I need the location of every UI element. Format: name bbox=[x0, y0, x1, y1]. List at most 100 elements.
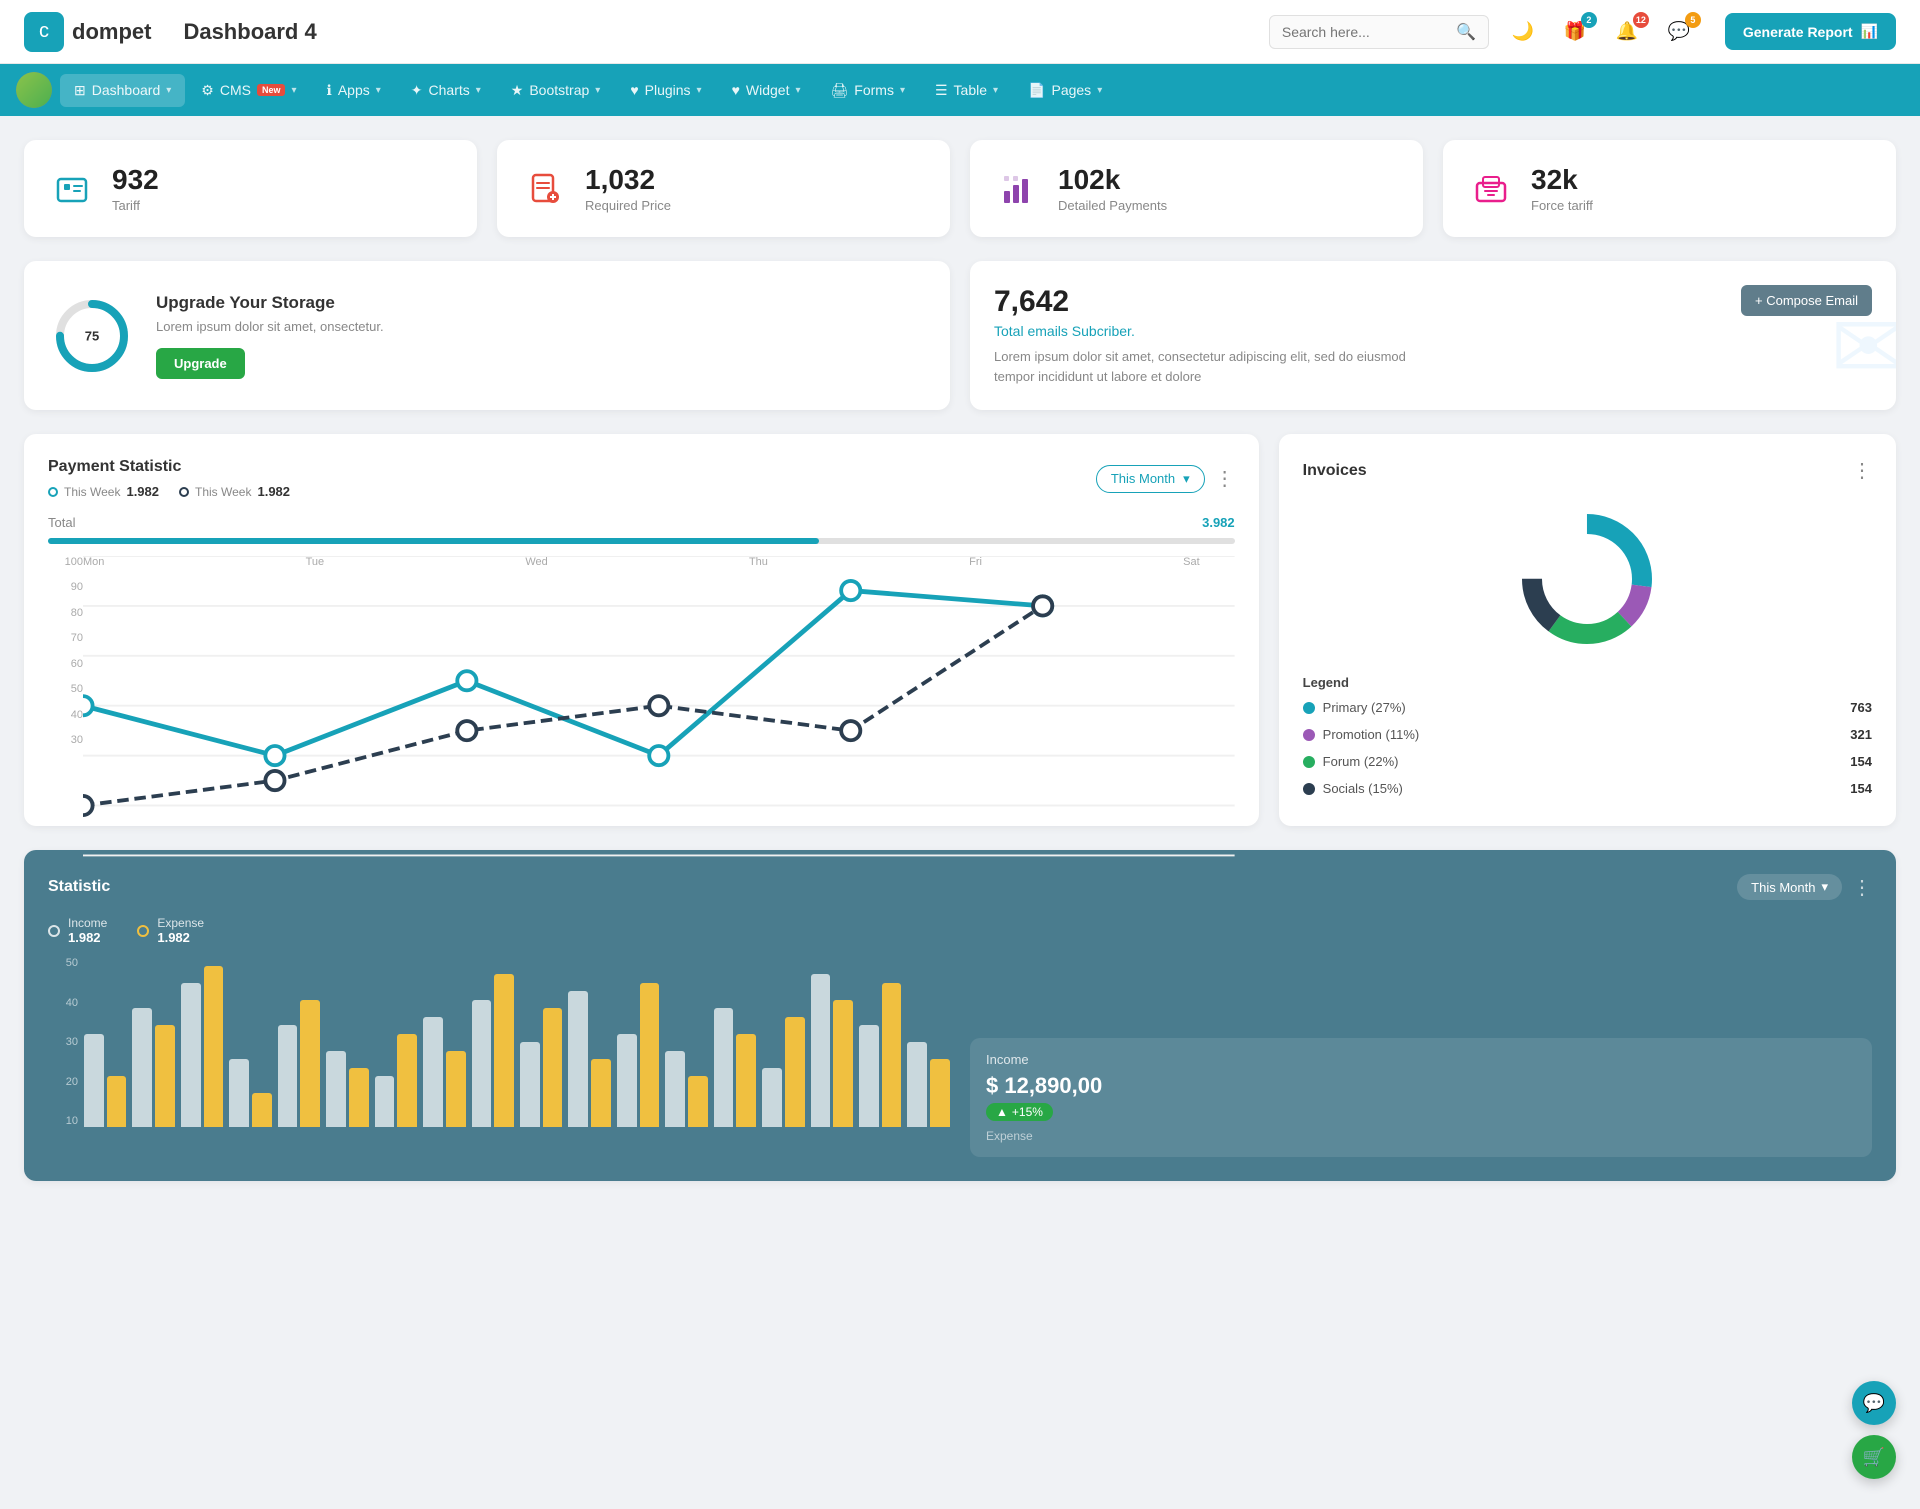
statistic-chevron-icon: ▾ bbox=[1821, 879, 1828, 895]
bar-white bbox=[132, 1008, 152, 1127]
legend1-value: 1.982 bbox=[126, 484, 159, 499]
expense-legend-label: Expense bbox=[157, 916, 204, 930]
statistic-legend: Income 1.982 Expense 1.982 bbox=[48, 916, 950, 945]
bar-group bbox=[181, 966, 223, 1128]
bar-group bbox=[326, 1051, 368, 1128]
nav-item-charts[interactable]: ✦ Charts ▾ bbox=[397, 74, 495, 107]
search-icon: 🔍 bbox=[1456, 22, 1476, 42]
logo-icon: c bbox=[24, 12, 64, 52]
income-legend-dot bbox=[48, 925, 60, 937]
expense-legend-value: 1.982 bbox=[157, 930, 204, 945]
forum-color bbox=[1303, 756, 1315, 768]
bar-group bbox=[714, 1008, 756, 1127]
bar-white bbox=[326, 1051, 346, 1128]
statistic-month-button[interactable]: This Month ▾ bbox=[1737, 874, 1842, 900]
bars-container bbox=[84, 957, 950, 1127]
income-panel-title: Income bbox=[986, 1052, 1856, 1067]
legend1-label: This Week bbox=[64, 485, 120, 499]
shop-float-button[interactable]: 🛒 bbox=[1852, 1435, 1896, 1479]
forms-printer-icon: 🖨 bbox=[831, 82, 849, 99]
charts-star-icon: ✦ bbox=[411, 82, 423, 99]
moon-icon-btn[interactable]: 🌙 bbox=[1505, 14, 1541, 50]
up-arrow-icon: ▲ bbox=[996, 1105, 1008, 1119]
upgrade-button[interactable]: Upgrade bbox=[156, 348, 245, 379]
bar-white bbox=[278, 1025, 298, 1127]
nav-item-widget[interactable]: ♥ Widget ▾ bbox=[718, 74, 815, 106]
bar-yellow bbox=[785, 1017, 805, 1128]
stat-card-detailed-payments: 102k Detailed Payments bbox=[970, 140, 1423, 237]
page-title: Dashboard 4 bbox=[183, 19, 316, 45]
bar-yellow bbox=[397, 1034, 417, 1128]
legend-item-1: This Week 1.982 bbox=[48, 484, 159, 499]
new-badge: New bbox=[257, 84, 286, 96]
stat-card-tariff: 932 Tariff bbox=[24, 140, 477, 237]
chart-legend: This Week 1.982 This Week 1.982 bbox=[48, 484, 290, 499]
bar-white bbox=[472, 1000, 492, 1128]
nav-label-table: Table bbox=[954, 82, 987, 98]
required-price-label: Required Price bbox=[585, 198, 671, 213]
primary-color bbox=[1303, 702, 1315, 714]
month-chevron-icon: ▾ bbox=[1183, 471, 1190, 487]
table-menu-icon: ☰ bbox=[935, 82, 948, 99]
chat-icon-btn[interactable]: 💬 5 bbox=[1661, 14, 1697, 50]
bar-white bbox=[762, 1068, 782, 1128]
storage-card: 75 Upgrade Your Storage Lorem ipsum dolo… bbox=[24, 261, 950, 410]
promotion-color bbox=[1303, 729, 1315, 741]
bar-group bbox=[278, 1000, 320, 1128]
nav-item-dashboard[interactable]: ⊞ Dashboard ▾ bbox=[60, 74, 185, 107]
income-legend-item: Income 1.982 bbox=[48, 916, 107, 945]
nav-item-apps[interactable]: ℹ Apps ▾ bbox=[313, 74, 395, 107]
detailed-payments-value: 102k bbox=[1058, 164, 1167, 196]
chat-float-button[interactable]: 💬 bbox=[1852, 1381, 1896, 1425]
bootstrap-chevron-icon: ▾ bbox=[595, 85, 600, 96]
line-chart-svg bbox=[83, 556, 1235, 901]
socials-label: Socials (15%) bbox=[1323, 781, 1403, 796]
bar-white bbox=[859, 1025, 879, 1127]
bar-group bbox=[811, 974, 853, 1127]
forum-label: Forum (22%) bbox=[1323, 754, 1399, 769]
main-content: 932 Tariff 1,032 Required Price bbox=[0, 116, 1920, 1205]
progress-bar bbox=[48, 538, 1235, 544]
bar-yellow bbox=[252, 1093, 272, 1127]
nav-item-forms[interactable]: 🖨 Forms ▾ bbox=[817, 74, 919, 107]
invoices-more-icon[interactable]: ⋮ bbox=[1852, 458, 1872, 483]
bar-white bbox=[665, 1051, 685, 1128]
month-label: This Month bbox=[1111, 471, 1175, 486]
bar-group bbox=[907, 1042, 949, 1127]
bar-chart-y-axis: 5040302010 bbox=[48, 957, 78, 1127]
force-tariff-label: Force tariff bbox=[1531, 198, 1593, 213]
widget-chevron-icon: ▾ bbox=[795, 85, 800, 96]
nav-item-plugins[interactable]: ♥ Plugins ▾ bbox=[616, 74, 715, 106]
income-badge: ▲ +15% bbox=[986, 1103, 1053, 1121]
legend2-value: 1.982 bbox=[257, 484, 290, 499]
statistic-more-icon[interactable]: ⋮ bbox=[1852, 875, 1872, 900]
bar-white bbox=[617, 1034, 637, 1128]
nav-item-pages[interactable]: 📄 Pages ▾ bbox=[1014, 74, 1116, 107]
bar-white bbox=[714, 1008, 734, 1127]
nav-label-widget: Widget bbox=[746, 82, 790, 98]
search-input[interactable] bbox=[1282, 24, 1448, 40]
nav-label-charts: Charts bbox=[429, 82, 470, 98]
gift-icon-btn[interactable]: 🎁 2 bbox=[1557, 14, 1593, 50]
floating-buttons: 💬 🛒 bbox=[1852, 1381, 1896, 1479]
plugins-chevron-icon: ▾ bbox=[697, 85, 702, 96]
detailed-payments-icon bbox=[994, 165, 1042, 213]
nav-items: ⊞ Dashboard ▾ ⚙ CMS New ▾ ℹ Apps ▾ ✦ Cha… bbox=[60, 74, 1116, 107]
bar-group bbox=[375, 1034, 417, 1128]
nav-item-table[interactable]: ☰ Table ▾ bbox=[921, 74, 1012, 107]
table-chevron-icon: ▾ bbox=[993, 85, 998, 96]
generate-report-button[interactable]: Generate Report 📊 bbox=[1725, 13, 1896, 50]
progress-fill bbox=[48, 538, 819, 544]
bar-white bbox=[811, 974, 831, 1127]
nav-label-bootstrap: Bootstrap bbox=[529, 82, 589, 98]
bar-yellow bbox=[688, 1076, 708, 1127]
bar-yellow bbox=[107, 1076, 127, 1127]
bell-icon-btn[interactable]: 🔔 12 bbox=[1609, 14, 1645, 50]
nav-item-bootstrap[interactable]: ★ Bootstrap ▾ bbox=[497, 74, 615, 107]
bar-group bbox=[84, 1034, 126, 1128]
search-bar[interactable]: 🔍 bbox=[1269, 15, 1489, 49]
bar-yellow bbox=[736, 1034, 756, 1128]
month-select[interactable]: This Month ▾ bbox=[1096, 465, 1205, 493]
chart-more-icon[interactable]: ⋮ bbox=[1215, 466, 1235, 491]
nav-item-cms[interactable]: ⚙ CMS New ▾ bbox=[187, 74, 310, 107]
